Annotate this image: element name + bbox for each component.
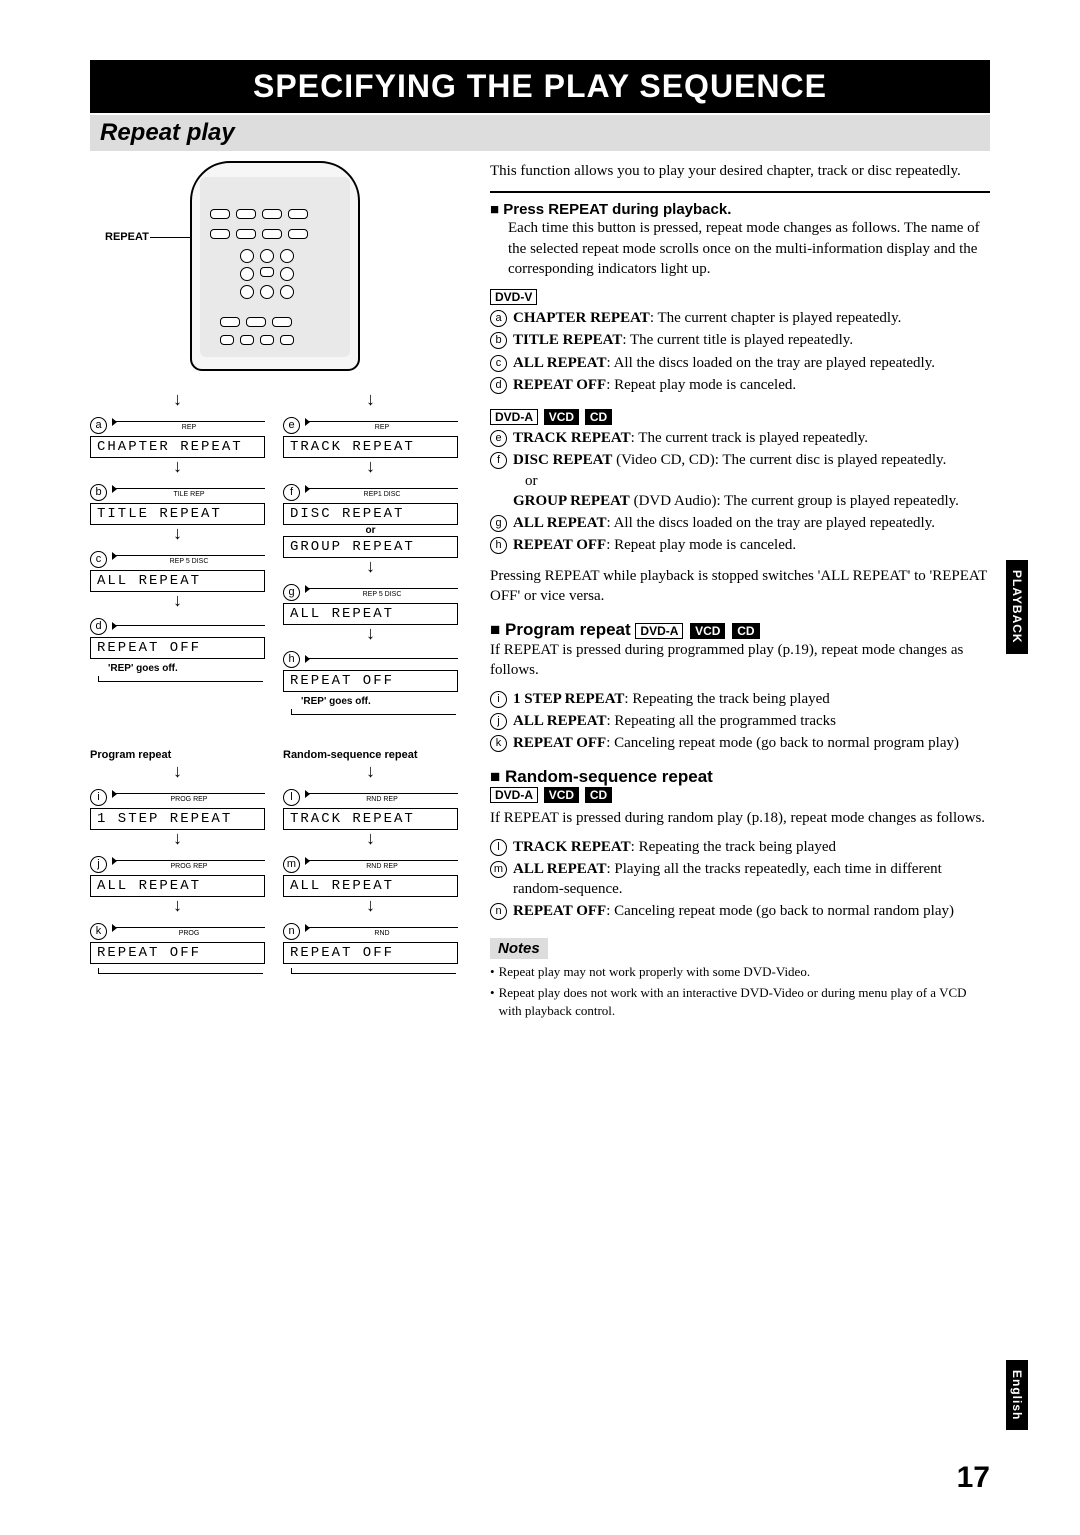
flow-title: Random-sequence repeat (283, 749, 458, 761)
flow-state: CHAPTER REPEAT (90, 436, 265, 458)
page-title-band: SPECIFYING THE PLAY SEQUENCE (90, 60, 990, 113)
flow-state: GROUP REPEAT (283, 536, 458, 558)
page-number: 17 (957, 1461, 990, 1495)
flow-state: REPEAT OFF (90, 637, 265, 659)
left-column: REPEAT ↓ (90, 161, 470, 1023)
note-item: Repeat play may not work properly with s… (490, 963, 990, 981)
flow-state: TRACK REPEAT (283, 808, 458, 830)
program-repeat-heading: ■ Program repeat DVD-A VCD CD (490, 620, 990, 640)
remote-repeat-label: REPEAT (105, 231, 149, 243)
flow-pair-1: ↓ aREP CHAPTER REPEAT ↓ bTILE REP TITLE … (90, 391, 470, 715)
random-repeat-heading: ■ Random-sequence repeat (490, 767, 990, 787)
notes-heading: Notes (490, 938, 548, 959)
step-heading: Press REPEAT during playback. (490, 201, 990, 218)
intro-text: This function allows you to play your de… (490, 161, 990, 181)
remote-diagram: REPEAT (90, 161, 470, 381)
or-label: or (283, 525, 458, 536)
page: SPECIFYING THE PLAY SEQUENCE Repeat play… (0, 0, 1080, 1063)
note-item: Repeat play does not work with an intera… (490, 984, 990, 1019)
marker-m: m (283, 856, 300, 873)
random-intro: If REPEAT is pressed during random play … (490, 808, 990, 828)
format-dvdv: DVD-V (490, 289, 537, 305)
marker-e: e (283, 417, 300, 434)
side-tab-language: English (1006, 1360, 1028, 1430)
marker-b: b (90, 484, 107, 501)
remote-outline (190, 161, 360, 371)
format-vcd: VCD (544, 409, 579, 425)
flow-pair-2: Program repeat ↓ iPROG REP 1 STEP REPEAT… (90, 735, 470, 974)
flow-state: ALL REPEAT (90, 875, 265, 897)
stop-note: Pressing REPEAT while playback is stoppe… (490, 566, 990, 607)
marker-a: a (90, 417, 107, 434)
flow-state: ALL REPEAT (283, 875, 458, 897)
flow-state: DISC REPEAT (283, 503, 458, 525)
flow-state: REPEAT OFF (283, 670, 458, 692)
flow-state: REPEAT OFF (283, 942, 458, 964)
program-intro: If REPEAT is pressed during programmed p… (490, 640, 990, 681)
marker-n: n (283, 923, 300, 940)
flow-state: 1 STEP REPEAT (90, 808, 265, 830)
marker-i: i (90, 789, 107, 806)
format-cd: CD (585, 409, 612, 425)
right-column: This function allows you to play your de… (490, 161, 990, 1023)
divider (490, 191, 990, 193)
marker-g: g (283, 584, 300, 601)
flow-state: TRACK REPEAT (283, 436, 458, 458)
rep-off-note: 'REP' goes off. (108, 663, 265, 674)
marker-l: l (283, 789, 300, 806)
marker-k: k (90, 923, 107, 940)
marker-h: h (283, 651, 300, 668)
flow-state: TITLE REPEAT (90, 503, 265, 525)
step-body: Each time this button is pressed, repeat… (508, 218, 990, 279)
marker-f: f (283, 484, 300, 501)
flow-program: Program repeat ↓ iPROG REP 1 STEP REPEAT… (90, 735, 265, 974)
flow-random: Random-sequence repeat ↓ lRND REP TRACK … (283, 735, 458, 974)
flow-dvda: ↓ eREP TRACK REPEAT ↓ fREP1 DISC DISC RE… (283, 391, 458, 715)
main-columns: REPEAT ↓ (90, 161, 990, 1023)
flow-state: ALL REPEAT (283, 603, 458, 625)
flow-title: Program repeat (90, 749, 265, 761)
side-tab-playback: PLAYBACK (1006, 560, 1028, 654)
flow-dvdv: ↓ aREP CHAPTER REPEAT ↓ bTILE REP TITLE … (90, 391, 265, 715)
section-title: Repeat play (90, 115, 990, 151)
flow-state: REPEAT OFF (90, 942, 265, 964)
marker-d: d (90, 618, 107, 635)
flow-state: ALL REPEAT (90, 570, 265, 592)
marker-j: j (90, 856, 107, 873)
rep-off-note: 'REP' goes off. (301, 696, 458, 707)
marker-c: c (90, 551, 107, 568)
format-dvda: DVD-A (490, 409, 538, 425)
